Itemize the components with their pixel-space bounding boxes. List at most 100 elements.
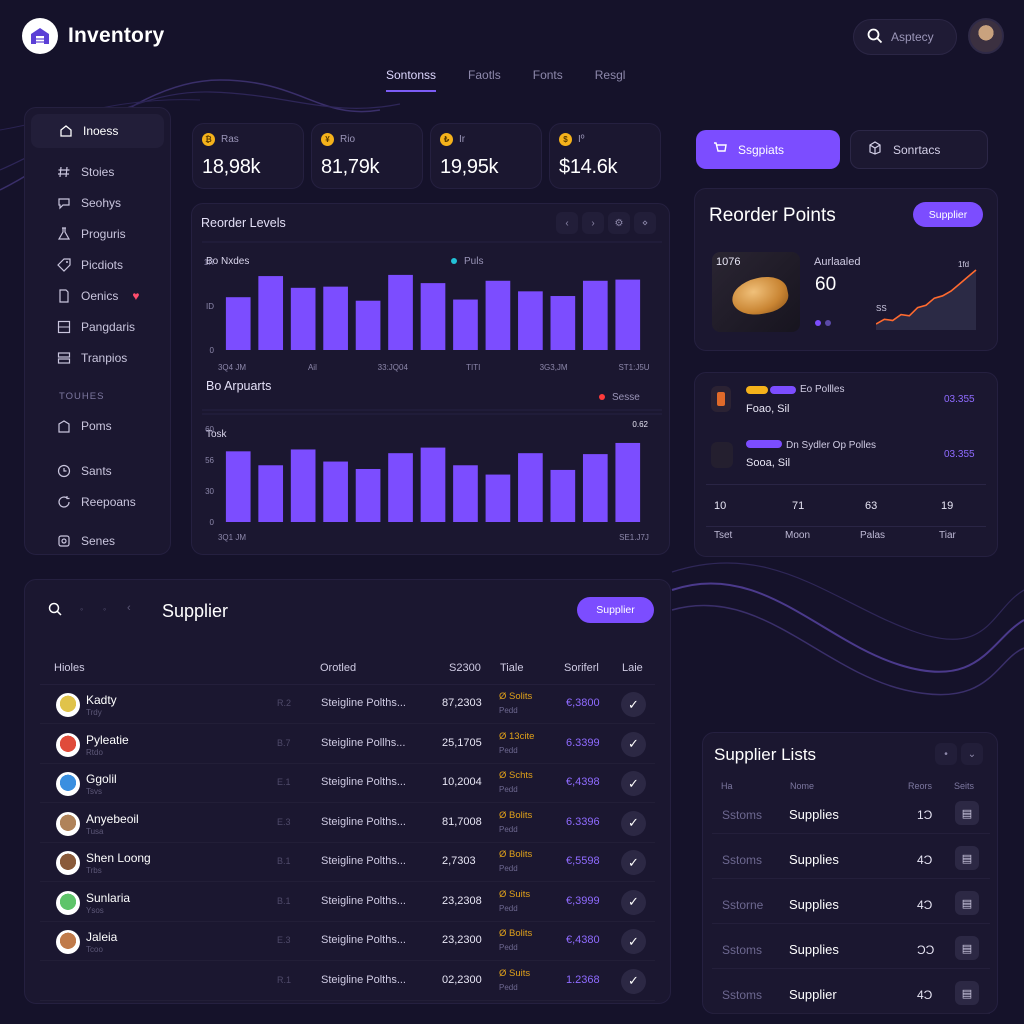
- coin-icon: ₿: [202, 133, 215, 146]
- column-header[interactable]: Orotled: [320, 662, 356, 674]
- clock-icon: [57, 464, 71, 478]
- stat-card[interactable]: ¥ Rio 81,79k: [311, 123, 423, 189]
- building-icon: [57, 419, 71, 433]
- column-header[interactable]: Laie: [622, 662, 643, 674]
- column-header[interactable]: Tiale: [500, 662, 523, 674]
- filter-icon[interactable]: ◦: [80, 604, 83, 614]
- sidebar-item-oenics[interactable]: Oenics ♥: [31, 280, 164, 311]
- bar: [323, 286, 348, 350]
- stat-label: Rio: [340, 134, 356, 145]
- list-item[interactable]: Sstoms Supplier 4Ͻ ▤: [712, 976, 990, 1014]
- status-badge: Ø Bolits: [499, 928, 533, 939]
- tab-faotls[interactable]: Faotls: [468, 68, 501, 92]
- table-row[interactable]: Anyebeoil Tusa E.3 Steigline Polths... 81,70…: [40, 805, 655, 843]
- activity-thumb: [711, 442, 733, 468]
- bar: [453, 465, 478, 522]
- search-input[interactable]: Asptecy: [853, 19, 957, 55]
- supplier-sub: Tsvs: [86, 787, 102, 796]
- table-row[interactable]: Kadty Trdy R.2 Steigline Polths... 87,2303 Ø …: [40, 686, 655, 724]
- stat-card[interactable]: $ Iº $14.6k: [549, 123, 661, 189]
- row-amount: €,5598: [566, 855, 600, 867]
- list-item[interactable]: Sstoms Supplies 1Ͻ ▤: [712, 796, 990, 834]
- list-item[interactable]: Sstoms Supplies ϽϽ ▤: [712, 931, 990, 969]
- sidebar-item-reepoans[interactable]: Reepoans: [31, 486, 164, 517]
- divider: [706, 484, 986, 485]
- bar: [388, 453, 413, 522]
- clipboard-icon[interactable]: ▤: [955, 936, 979, 960]
- list-item-name: Supplies: [789, 897, 839, 912]
- y-tick-label: 56: [205, 456, 214, 465]
- primary-action-button[interactable]: Ssgpiats: [696, 130, 840, 169]
- row-number: 23,2308: [442, 894, 482, 907]
- stat-card[interactable]: ₺ Ir 19,95k: [430, 123, 542, 189]
- sidebar-item-senes[interactable]: Senes: [31, 525, 164, 556]
- table-row[interactable]: Shen Loong Trbs B.1 Steigline Polths... 2,73…: [40, 844, 655, 882]
- supplier-sub: Tcoo: [86, 945, 103, 954]
- tab-fonts[interactable]: Fonts: [533, 68, 563, 92]
- avatar: [56, 851, 80, 875]
- stat-label: Ras: [221, 134, 239, 145]
- check-icon[interactable]: ✓: [621, 692, 646, 717]
- list-item[interactable]: Sstoms Supplies 4Ͻ ▤: [712, 841, 990, 879]
- clipboard-icon[interactable]: ▤: [955, 891, 979, 915]
- clipboard-icon[interactable]: ▤: [955, 801, 979, 825]
- sidebar-item-stoies[interactable]: Stoies: [31, 156, 164, 187]
- row-description: Steigline Polths...: [321, 776, 406, 788]
- check-icon[interactable]: ✓: [621, 731, 646, 757]
- list-item-count: 1Ͻ: [917, 808, 933, 822]
- check-icon[interactable]: ✓: [621, 889, 646, 915]
- list-item[interactable]: Sstorne Supplies 4Ͻ ▤: [712, 886, 990, 924]
- row-description: Steigline Pollhs...: [321, 736, 406, 749]
- stat-card[interactable]: ₿ Ras 18,98k: [192, 123, 304, 189]
- table-row[interactable]: Sunlaria Ysos B.1 Steigline Polths... 23,230…: [40, 884, 655, 922]
- sort-icon[interactable]: ◦: [103, 604, 106, 614]
- bar-charts: Bo Nxdes Puls1RID03Q4 JM Ail 33:JQ04 TITI 3G3…: [202, 241, 662, 542]
- reorder-supplier-button[interactable]: Supplier: [913, 202, 983, 227]
- check-icon[interactable]: ✓: [621, 968, 646, 994]
- coin-icon: ¥: [321, 133, 334, 146]
- tab-sontonss[interactable]: Sontonss: [386, 68, 437, 92]
- activity-sub: Sooa, Sil: [746, 457, 791, 469]
- add-supplier-button[interactable]: Supplier: [577, 597, 654, 623]
- clipboard-icon[interactable]: ▤: [955, 846, 979, 870]
- legend-marker: [451, 258, 457, 264]
- check-icon[interactable]: ✓: [621, 771, 646, 796]
- app-logo[interactable]: Inventory: [22, 18, 164, 54]
- sidebar-item-poms[interactable]: Poms: [31, 410, 164, 441]
- home-icon: [59, 124, 73, 138]
- divider: [706, 526, 986, 527]
- check-icon[interactable]: ✓: [621, 850, 646, 875]
- column-header[interactable]: S2300: [449, 662, 481, 674]
- column-header[interactable]: Hioles: [54, 662, 85, 674]
- clipboard-icon[interactable]: ▤: [955, 981, 979, 1005]
- bar: [290, 287, 316, 350]
- list-item-name: Supplier: [789, 987, 837, 1002]
- user-avatar[interactable]: [968, 18, 1004, 54]
- sidebar-item-tranpios[interactable]: Tranpios: [31, 342, 164, 373]
- supplier-name: Ggolil: [86, 772, 117, 786]
- bar: [388, 274, 413, 350]
- chevron-left-icon[interactable]: ‹: [127, 602, 131, 614]
- check-icon[interactable]: ✓: [621, 810, 646, 836]
- row-description: Steigline Polths...: [321, 934, 406, 946]
- row-code: B.7: [277, 737, 291, 748]
- sidebar-item-seohys[interactable]: Seohys: [31, 187, 164, 218]
- sidebar-item-proguris[interactable]: Proguris: [31, 218, 164, 249]
- search-icon[interactable]: [48, 602, 62, 621]
- sidebar-item-picdiots[interactable]: Picdiots: [31, 249, 164, 280]
- table-row[interactable]: Pyleatie Rtdo B.7 Steigline Pollhs... 25,170…: [40, 726, 655, 764]
- chevron-down-icon[interactable]: ⌄: [961, 743, 983, 765]
- sidebar-item-pangdaris[interactable]: Pangdaris: [31, 311, 164, 342]
- tab-resgl[interactable]: Resgl: [595, 68, 626, 92]
- check-icon[interactable]: ✓: [621, 929, 646, 954]
- table-row[interactable]: Ggolil Tsvs E.1 Steigline Polths... 10,2004 Ø…: [40, 765, 655, 803]
- metric-value: 60: [815, 274, 837, 295]
- sidebar-item-sants[interactable]: Sants: [31, 455, 164, 486]
- table-row[interactable]: R.1 Steigline Polths... 02,2300 Ø Suits Pedd…: [40, 963, 655, 1001]
- secondary-action-button[interactable]: Sonrtacs: [850, 130, 988, 169]
- hash-icon: [57, 165, 71, 179]
- table-row[interactable]: Jaleia Tcoo E.3 Steigline Polths... 23,2300 Ø…: [40, 923, 655, 961]
- dot-icon[interactable]: •: [935, 743, 957, 765]
- column-header[interactable]: Soriferl: [564, 662, 599, 674]
- sidebar-item-inoess[interactable]: Inoess: [31, 114, 164, 148]
